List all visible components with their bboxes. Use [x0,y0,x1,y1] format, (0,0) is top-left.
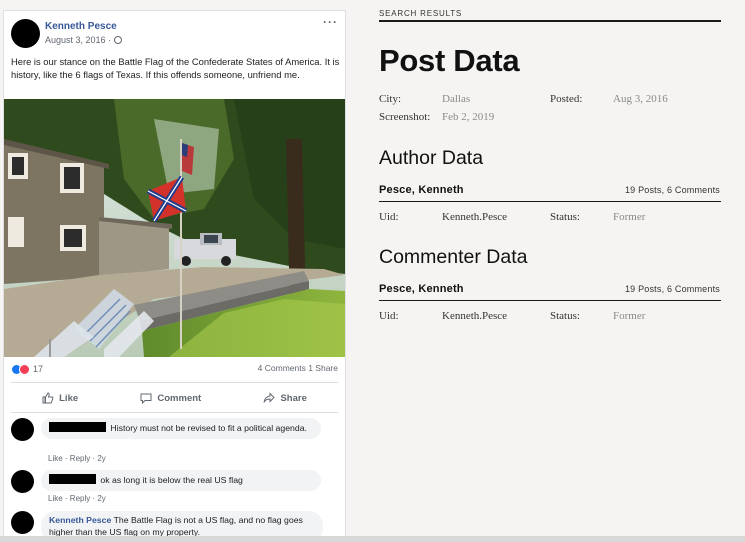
shares-count-link[interactable]: 1 Share [308,363,338,373]
city-value: Dallas [442,93,471,105]
screenshot-label: Screenshot: [379,111,431,123]
page-title: Post Data [379,43,520,78]
comment-actions[interactable]: Like · Reply · 2y [48,494,106,503]
post-photo[interactable] [4,99,345,357]
like-label: Like [59,392,79,404]
author-name[interactable]: Pesce, Kenneth [379,184,464,196]
commenter-uid-value: Kenneth.Pesce [442,310,508,322]
header-rule [379,20,721,22]
post-date[interactable]: August 3, 2016 · [45,35,111,45]
posted-value: Aug 3, 2016 [613,93,668,105]
post-meta: August 3, 2016 · [45,35,123,45]
posted-label: Posted: [550,93,583,105]
author-name-link[interactable]: Kenneth Pesce [45,21,117,32]
divider [11,382,338,383]
commenter-data-heading: Commenter Data [379,246,528,268]
facebook-post-screenshot: Kenneth Pesce August 3, 2016 · ··· Here … [3,10,346,542]
comments-count-link[interactable]: 4 Comments [258,363,306,373]
comment-actions[interactable]: Like · Reply · 2y [48,454,106,463]
share-label: Share [280,392,307,404]
reaction-count: 17 [33,364,44,374]
redacted-name [49,474,96,484]
commenter-post-counts: 19 Posts, 6 Comments [624,284,720,294]
commenter-uid-label: Uid: [379,310,399,322]
comment-text: History must not be revised to fit a pol… [110,423,307,433]
commenter-avatar[interactable] [11,470,34,493]
commenter-name[interactable]: Pesce, Kenneth [379,283,464,295]
city-label: City: [379,93,402,105]
author-post-counts: 19 Posts, 6 Comments [624,185,720,195]
screenshot-value: Feb 2, 2019 [442,111,495,123]
author-status-label: Status: [550,211,580,223]
post-actions-bar: Like Comment Share [11,385,338,411]
author-avatar[interactable] [11,19,40,48]
comment-item: ok as long it is below the real US flag … [11,470,341,508]
commenter-avatar[interactable] [11,511,34,534]
redacted-name [49,422,106,432]
author-data-heading: Author Data [379,147,484,169]
author-uid-label: Uid: [379,211,399,223]
search-results-label: SEARCH RESULTS [379,9,463,18]
author-uid-value: Kenneth.Pesce [442,211,508,223]
commenter-avatar[interactable] [11,418,34,441]
post-header: Kenneth Pesce August 3, 2016 · ··· [4,11,345,51]
engagement-counts: 4 Comments 1 Share [258,363,338,373]
commenter-status-value: Former [613,310,646,322]
comment-button[interactable]: Comment [140,392,201,404]
commenter-name-link[interactable]: Kenneth Pesce [49,515,111,525]
post-text: Here is our stance on the Battle Flag of… [11,56,340,80]
comment-label: Comment [157,392,202,404]
comment-bubble: ok as long it is below the real US flag [41,470,321,491]
globe-icon [114,36,123,44]
horizontal-scrollbar[interactable] [0,536,745,542]
comment-bubble: History must not be revised to fit a pol… [41,418,321,439]
author-rule [379,201,721,202]
thumbs-up-icon [42,392,54,404]
commenter-rule [379,300,721,301]
author-status-value: Former [613,211,646,223]
reactions-summary[interactable]: 17 [11,362,43,376]
share-arrow-icon [263,392,276,403]
share-button[interactable]: Share [263,392,307,404]
comment-item: History must not be revised to fit a pol… [11,418,341,463]
comment-bubble-icon [140,393,152,404]
more-options-icon[interactable]: ··· [323,15,338,29]
divider [11,412,338,413]
like-button[interactable]: Like [42,392,78,404]
commenter-status-label: Status: [550,310,580,322]
love-reaction-icon [19,363,30,375]
comment-text: ok as long it is below the real US flag [100,475,243,485]
